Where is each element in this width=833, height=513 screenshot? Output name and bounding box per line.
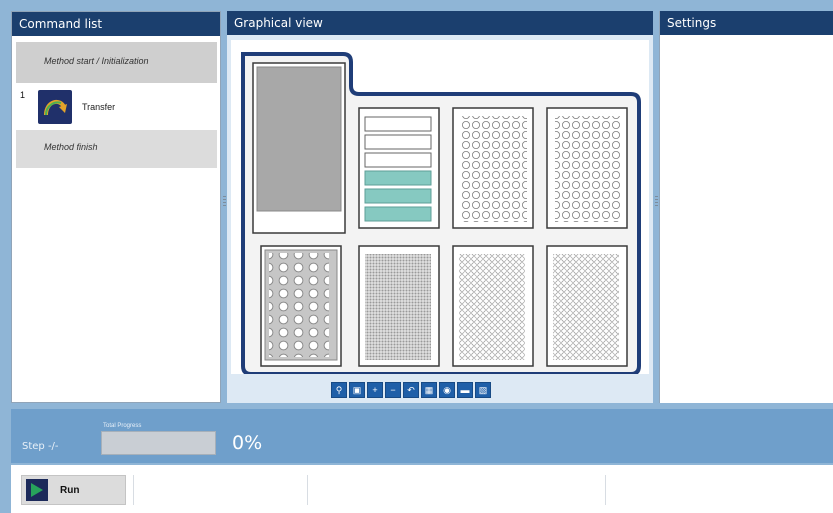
view-toolbar: ⚲ ▣ + − ↶ ▦ ◉ ▬ ▧ [331,382,491,398]
command-list-panel: Command list Method start / Initializati… [11,11,221,403]
microplate-3-wells [553,254,619,360]
deck-layout [241,52,641,376]
step-indicator: Step -/- [22,441,59,452]
transfer-icon [38,90,72,124]
trash-icon[interactable]: ▧ [475,382,491,398]
zoom-out-icon[interactable]: − [385,382,401,398]
minimize-icon[interactable]: ▬ [457,382,473,398]
grid-icon[interactable]: ▦ [421,382,437,398]
command-method-start[interactable]: Method start / Initialization [16,42,217,83]
undo-icon[interactable]: ↶ [403,382,419,398]
progress-area: Step -/- Total Progress 0% [11,409,833,463]
graphical-view-header: Graphical view [227,11,653,35]
zoom-search-icon[interactable]: ⚲ [331,382,347,398]
tube-wells [269,253,329,357]
progress-label: Total Progress [103,423,142,429]
command-transfer[interactable]: 1 Transfer [16,86,217,128]
right-splitter-handle[interactable] [655,196,658,208]
zoom-in-icon[interactable]: + [367,382,383,398]
run-area: Step -/- Total Progress 0% Run [0,403,833,513]
action-slot-1 [133,475,305,505]
command-list-header: Command list [12,12,220,36]
action-bar: Run [11,465,833,513]
left-splitter-handle[interactable] [223,196,226,208]
deck-canvas[interactable] [231,40,649,376]
reservoir-slot-2 [364,134,432,150]
reservoir-slot-1 [364,116,432,132]
reservoir-slot-3 [364,152,432,168]
fit-icon[interactable]: ▣ [349,382,365,398]
tiprack-1-wells [461,116,527,222]
progress-percent: 0% [232,432,263,454]
reservoir-slot-4 [364,170,432,186]
microplate-1-wells [365,254,431,360]
command-method-start-label: Method start / Initialization [44,56,149,66]
command-method-finish-label: Method finish [44,142,98,152]
tiprack-2-wells [555,116,621,222]
layer-icon[interactable]: ◉ [439,382,455,398]
settings-header: Settings [660,11,833,35]
waste-container [256,66,342,212]
run-button[interactable]: Run [21,475,126,505]
reservoir-slot-6 [364,206,432,222]
step-number: 1 [20,90,26,100]
action-slot-3 [605,475,833,505]
reservoir-slot-5 [364,188,432,204]
graphical-view-panel: Graphical view ⚲ ▣ + − ↶ ▦ ◉ ▬ ▧ [227,11,653,403]
total-progress-bar [101,431,216,455]
run-label: Run [60,485,80,496]
command-method-finish[interactable]: Method finish [16,130,217,168]
play-icon [26,479,48,501]
app-window: Command list Method start / Initializati… [0,0,833,513]
settings-panel: Settings [659,11,833,403]
action-slot-2 [307,475,603,505]
transfer-label: Transfer [82,102,116,112]
microplate-2-wells [459,254,525,360]
